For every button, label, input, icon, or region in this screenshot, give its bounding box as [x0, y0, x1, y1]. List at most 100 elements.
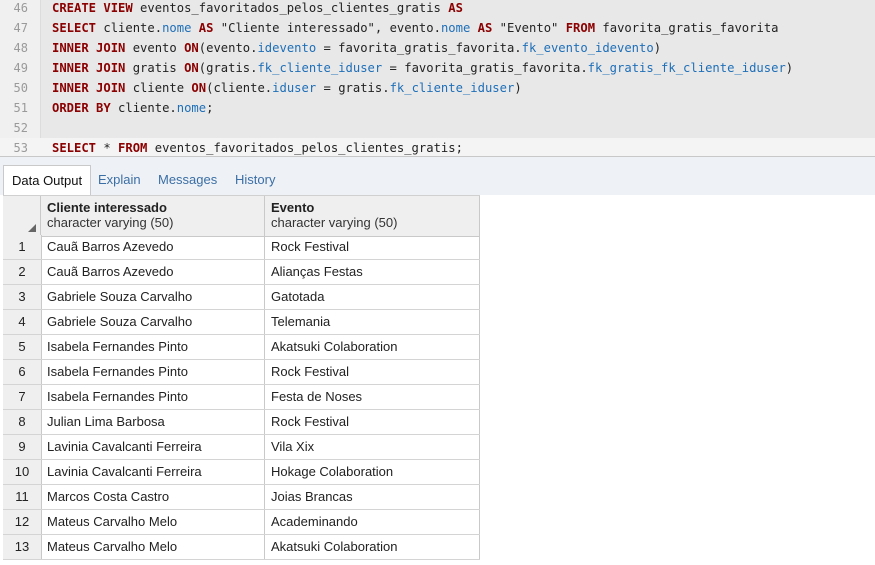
code-line[interactable]: 46 CREATE VIEW eventos_favoritados_pelos_…	[0, 0, 875, 18]
column-type: character varying (50)	[47, 215, 174, 230]
cell-evento[interactable]: Alianças Festas	[265, 260, 480, 284]
cell-evento[interactable]: Rock Festival	[265, 360, 480, 384]
code-text[interactable]: CREATE VIEW eventos_favoritados_pelos_cl…	[52, 0, 463, 18]
cell-evento[interactable]: Rock Festival	[265, 410, 480, 434]
table-row[interactable]: 4 Gabriele Souza Carvalho Telemania	[3, 310, 480, 335]
row-number[interactable]: 4	[3, 310, 42, 334]
cell-evento[interactable]: Academinando	[265, 510, 480, 534]
code-line[interactable]: 52	[0, 118, 875, 138]
row-number[interactable]: 13	[3, 535, 42, 559]
cell-evento[interactable]: Gatotada	[265, 285, 480, 309]
sql-field: nome	[440, 21, 471, 35]
code-text[interactable]: INNER JOIN cliente ON(cliente.iduser = g…	[52, 78, 522, 98]
code-text[interactable]: ORDER BY cliente.nome;	[52, 98, 213, 118]
row-number[interactable]: 11	[3, 485, 42, 509]
cell-cliente[interactable]: Julian Lima Barbosa	[41, 410, 265, 434]
code-text[interactable]: SELECT cliente.nome AS "Cliente interess…	[52, 18, 779, 38]
row-number[interactable]: 1	[3, 235, 42, 259]
row-number[interactable]: 7	[3, 385, 42, 409]
cell-cliente[interactable]: Gabriele Souza Carvalho	[41, 285, 265, 309]
table-row[interactable]: 7 Isabela Fernandes Pinto Festa de Noses	[3, 385, 480, 410]
sql-text: cliente	[125, 81, 192, 95]
select-all-corner[interactable]	[3, 196, 41, 236]
table-row[interactable]: 3 Gabriele Souza Carvalho Gatotada	[3, 285, 480, 310]
line-number: 46	[13, 1, 28, 15]
tab-messages[interactable]: Messages	[150, 165, 225, 196]
row-number[interactable]: 8	[3, 410, 42, 434]
line-number: 49	[13, 61, 28, 75]
sql-keyword: AS	[198, 21, 214, 35]
column-header-evento[interactable]: Evento character varying (50)	[265, 196, 480, 236]
tab-explain[interactable]: Explain	[90, 165, 149, 196]
table-row[interactable]: 11 Marcos Costa Castro Joias Brancas	[3, 485, 480, 510]
table-row[interactable]: 6 Isabela Fernandes Pinto Rock Festival	[3, 360, 480, 385]
sql-field: fk_evento_idevento	[521, 41, 654, 55]
code-text[interactable]: SELECT * FROM eventos_favoritados_pelos_…	[52, 138, 463, 156]
sql-keyword: ON	[191, 81, 207, 95]
row-number[interactable]: 5	[3, 335, 42, 359]
cell-cliente[interactable]: Isabela Fernandes Pinto	[41, 385, 265, 409]
sql-field: fk_cliente_iduser	[257, 61, 383, 75]
code-text[interactable]: INNER JOIN evento ON(evento.idevento = f…	[52, 38, 661, 58]
table-row[interactable]: 9 Lavinia Cavalcanti Ferreira Vila Xix	[3, 435, 480, 460]
sql-text: ;	[206, 101, 214, 115]
row-number[interactable]: 2	[3, 260, 42, 284]
cell-cliente[interactable]: Mateus Carvalho Melo	[41, 535, 265, 559]
sql-keyword: ON	[184, 41, 199, 55]
row-number[interactable]: 10	[3, 460, 42, 484]
sql-keyword: INNER JOIN	[52, 81, 126, 95]
sql-text: cliente.	[96, 21, 163, 35]
table-row[interactable]: 1 Cauã Barros Azevedo Rock Festival	[3, 235, 480, 260]
row-number[interactable]: 3	[3, 285, 42, 309]
cell-cliente[interactable]: Marcos Costa Castro	[41, 485, 265, 509]
cell-cliente[interactable]: Gabriele Souza Carvalho	[41, 310, 265, 334]
sql-text: (gratis.	[198, 61, 258, 75]
row-number[interactable]: 9	[3, 435, 42, 459]
cell-cliente[interactable]: Isabela Fernandes Pinto	[41, 335, 265, 359]
cell-evento[interactable]: Festa de Noses	[265, 385, 480, 409]
table-row[interactable]: 5 Isabela Fernandes Pinto Akatsuki Colabor…	[3, 335, 480, 360]
sql-keyword: INNER JOIN	[52, 41, 126, 55]
table-row[interactable]: 13 Mateus Carvalho Melo Akatsuki Colaborat…	[3, 535, 480, 560]
cell-cliente[interactable]: Cauã Barros Azevedo	[41, 235, 265, 259]
cell-evento[interactable]: Hokage Colaboration	[265, 460, 480, 484]
table-row[interactable]: 10 Lavinia Cavalcanti Ferreira Hokage Cola…	[3, 460, 480, 485]
cell-cliente[interactable]: Cauã Barros Azevedo	[41, 260, 265, 284]
sql-text: (evento.	[198, 41, 258, 55]
table-row[interactable]: 2 Cauã Barros Azevedo Alianças Festas	[3, 260, 480, 285]
column-title: Cliente interessado	[47, 200, 167, 215]
code-line[interactable]: 49 INNER JOIN gratis ON(gratis.fk_cliente…	[0, 58, 875, 78]
table-row[interactable]: 8 Julian Lima Barbosa Rock Festival	[3, 410, 480, 435]
cell-evento[interactable]: Vila Xix	[265, 435, 480, 459]
sql-field: fk_cliente_iduser	[389, 81, 515, 95]
cell-evento[interactable]: Joias Brancas	[265, 485, 480, 509]
code-line[interactable]: 50 INNER JOIN cliente ON(cliente.iduser =…	[0, 78, 875, 98]
cell-cliente[interactable]: Isabela Fernandes Pinto	[41, 360, 265, 384]
sql-keyword: AS	[448, 1, 463, 15]
cell-cliente[interactable]: Mateus Carvalho Melo	[41, 510, 265, 534]
cell-evento[interactable]: Akatsuki Colaboration	[265, 335, 480, 359]
cell-evento[interactable]: Rock Festival	[265, 235, 480, 259]
cell-cliente[interactable]: Lavinia Cavalcanti Ferreira	[41, 460, 265, 484]
row-number[interactable]: 6	[3, 360, 42, 384]
sql-field: nome	[176, 101, 207, 115]
tab-data-output[interactable]: Data Output	[3, 165, 92, 197]
sql-text: eventos_favoritados_pelos_clientes_grati…	[147, 141, 463, 155]
code-text[interactable]: INNER JOIN gratis ON(gratis.fk_cliente_i…	[52, 58, 793, 78]
code-line[interactable]: 53 SELECT * FROM eventos_favoritados_pelo…	[0, 138, 875, 156]
cell-cliente[interactable]: Lavinia Cavalcanti Ferreira	[41, 435, 265, 459]
cell-evento[interactable]: Telemania	[265, 310, 480, 334]
cell-evento[interactable]: Akatsuki Colaboration	[265, 535, 480, 559]
code-line[interactable]: 48 INNER JOIN evento ON(evento.idevento =…	[0, 38, 875, 58]
column-header-cliente[interactable]: Cliente interessado character varying (5…	[41, 196, 265, 236]
sql-keyword: FROM	[565, 21, 596, 35]
sql-text: )	[514, 81, 522, 95]
tab-history[interactable]: History	[227, 165, 283, 196]
row-number[interactable]: 12	[3, 510, 42, 534]
code-line[interactable]: 51 ORDER BY cliente.nome;	[0, 98, 875, 118]
code-line[interactable]: 47 SELECT cliente.nome AS "Cliente intere…	[0, 18, 875, 38]
line-number: 50	[13, 81, 28, 95]
table-row[interactable]: 12 Mateus Carvalho Melo Academinando	[3, 510, 480, 535]
sql-editor[interactable]: 46 CREATE VIEW eventos_favoritados_pelos_…	[0, 0, 875, 156]
